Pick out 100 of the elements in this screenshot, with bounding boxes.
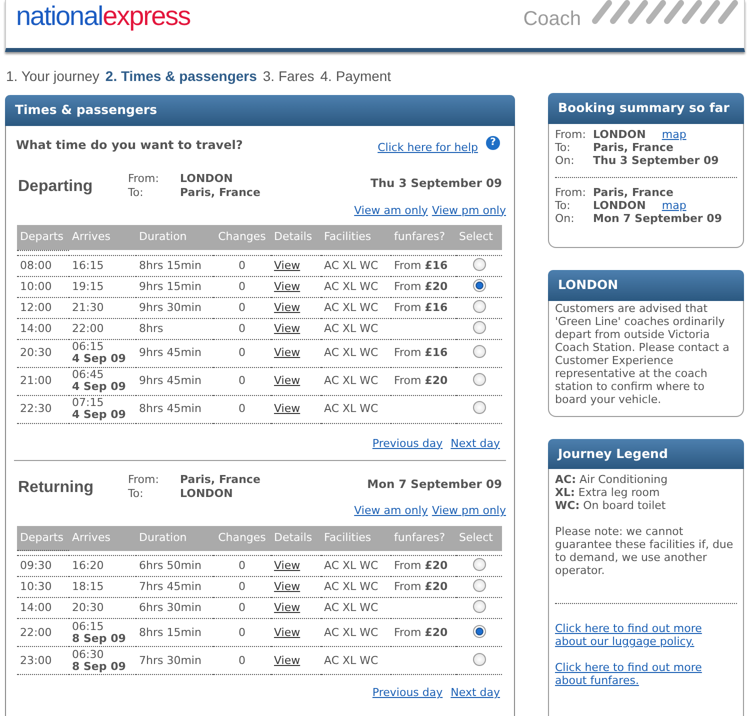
radio-button[interactable]	[472, 373, 486, 386]
view-link[interactable]: View	[274, 601, 300, 614]
radio-button[interactable]	[472, 401, 486, 414]
table-cell: 10:30	[17, 576, 69, 598]
radio-button[interactable]	[472, 579, 486, 592]
step-link[interactable]: 4. Payment	[320, 66, 392, 87]
table-cell: 06:15 4 Sep 09	[69, 339, 136, 367]
table-cell: AC XL WC	[321, 576, 391, 598]
column-header: funfares?	[391, 225, 456, 250]
radio-button[interactable]	[472, 558, 486, 572]
table-cell: 06:45 4 Sep 09	[69, 367, 136, 395]
map-link[interactable]: map	[662, 128, 686, 141]
next-day-link[interactable]: Next day	[450, 685, 500, 702]
step-link[interactable]: 3. Fares	[262, 66, 314, 87]
radio-button[interactable]	[472, 278, 486, 292]
journey-heading: Departing	[18, 177, 94, 198]
column-header: Changes	[213, 526, 271, 551]
view-link[interactable]: View	[274, 626, 300, 639]
am-link[interactable]: View am only	[354, 503, 428, 520]
view-link[interactable]: View	[274, 559, 300, 572]
previous-day-link[interactable]: Previous day	[372, 685, 443, 702]
column-header: Departs	[17, 225, 69, 250]
view-link[interactable]: View	[274, 322, 300, 334]
radio-button[interactable]	[472, 345, 486, 358]
table-cell: 22:00	[69, 318, 136, 339]
table-cell: 10:00	[17, 276, 69, 297]
map-link[interactable]: map	[662, 198, 686, 212]
view-link[interactable]: View	[274, 346, 300, 359]
pm-link[interactable]: View pm only	[432, 503, 506, 520]
table-cell: AC XL WC	[321, 297, 391, 318]
table-cell: 0	[213, 297, 271, 318]
table-cell: 0	[213, 276, 271, 297]
table-cell: AC XL WC	[321, 556, 391, 577]
table-cell: 16:20	[69, 556, 136, 577]
info-link[interactable]: Click here to find out more about our luggage policy.	[555, 622, 737, 648]
view-link[interactable]: View	[274, 580, 300, 594]
radio-button[interactable]	[472, 652, 486, 666]
view-link[interactable]: View	[274, 654, 300, 667]
table-cell: AC XL WC	[321, 598, 391, 619]
table-cell: 9hrs 45min	[136, 367, 213, 395]
view-link[interactable]: View	[274, 280, 300, 292]
column-header: Details	[271, 225, 321, 250]
journey-date: Thu 3 September 09	[370, 175, 502, 192]
summary-label: On:	[555, 212, 576, 225]
journey-heading: Returning	[18, 478, 95, 498]
summary-label: To:	[555, 140, 572, 154]
from-value: Paris, France	[180, 473, 260, 486]
column-header: Facilities	[321, 526, 391, 551]
column-header: Select	[456, 526, 502, 551]
tagline: Coach	[523, 7, 581, 32]
previous-day-link[interactable]: Previous day	[372, 436, 443, 452]
table-cell: 14:00	[17, 598, 69, 619]
column-header: Details	[271, 526, 321, 551]
radio-button[interactable]	[472, 320, 486, 334]
table-cell: 18:15	[69, 576, 136, 598]
help-link[interactable]: Click here for help	[378, 140, 478, 156]
column-header: Changes	[213, 225, 271, 250]
table-cell: AC XL WC	[321, 255, 391, 276]
view-link[interactable]: View	[274, 258, 300, 272]
step-link[interactable]: 2. Times & passengers	[105, 66, 257, 87]
panel-title: Journey Legend	[548, 438, 744, 470]
radio-button[interactable]	[472, 300, 486, 312]
table-cell: 12:00	[17, 297, 69, 318]
step-link[interactable]: 1. Your journey	[6, 66, 100, 87]
info-link[interactable]: Click here to find out more about funfares.	[555, 661, 737, 688]
table-cell: 20:30	[69, 598, 136, 619]
table-cell: 06:15 8 Sep 09	[69, 618, 136, 647]
radio-button[interactable]	[472, 258, 486, 270]
pm-link[interactable]: View pm only	[432, 202, 506, 219]
summary-value: Paris, France	[593, 186, 674, 199]
table-cell: 9hrs 15min	[136, 276, 213, 297]
next-day-link[interactable]: Next day	[450, 436, 500, 452]
am-link[interactable]: View am only	[354, 202, 428, 219]
table-cell: 0	[213, 395, 271, 423]
table-cell: 7hrs 30min	[136, 646, 213, 675]
table-cell: 8hrs 15min	[136, 255, 213, 276]
table-cell: AC XL WC	[321, 646, 391, 675]
to-label: To:	[128, 186, 144, 200]
help-icon[interactable]: ?	[486, 136, 500, 150]
table-cell: 6hrs 30min	[136, 598, 213, 619]
summary-label: On:	[555, 154, 576, 167]
panel-title: Times & passengers	[5, 95, 515, 126]
summary-value: LONDON	[593, 198, 646, 212]
from-label: From:	[128, 172, 160, 186]
table-cell: 22:30	[17, 395, 69, 423]
view-link[interactable]: View	[274, 374, 300, 387]
summary-value: Mon 7 September 09	[593, 212, 722, 225]
table-cell: From £20	[391, 276, 456, 297]
view-link[interactable]: View	[274, 300, 300, 314]
table-cell: 16:15	[69, 255, 136, 276]
radio-button[interactable]	[472, 600, 486, 614]
view-link[interactable]: View	[274, 402, 300, 415]
table-cell: 21:30	[69, 297, 136, 318]
column-header: Arrives	[69, 225, 136, 250]
summary-value: Thu 3 September 09	[593, 154, 719, 167]
legend-note: Please note: we cannot guarantee these facilities if, due to demand, we use another operator.	[555, 525, 734, 578]
radio-button[interactable]	[472, 624, 486, 638]
table-cell: 0	[213, 318, 271, 339]
brand-logo[interactable]: nationalexpress	[16, 2, 190, 32]
table-cell: From £16	[391, 255, 456, 276]
